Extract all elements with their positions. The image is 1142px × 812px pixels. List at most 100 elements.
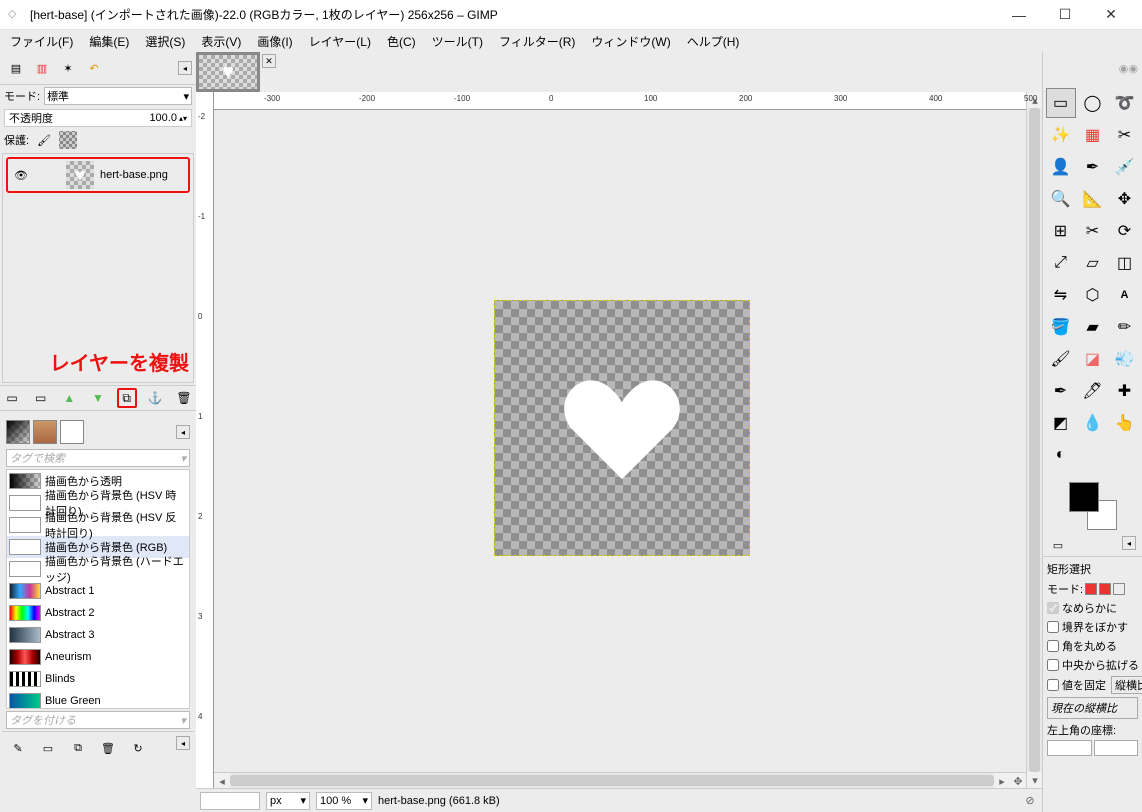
aspect-ratio-field[interactable]: 現在の縦横比 xyxy=(1047,697,1138,719)
horizontal-scrollbar[interactable]: ◂ ▸ ✥ xyxy=(214,772,1026,788)
cancel-button[interactable]: ⊘ xyxy=(1022,793,1038,809)
scissors-tool[interactable]: ✂ xyxy=(1110,120,1140,150)
gradient-dock-menu[interactable]: ◂ xyxy=(176,736,190,750)
gradient-list[interactable]: 描画色から透明描画色から背景色 (HSV 時計回り)描画色から背景色 (HSV … xyxy=(6,469,190,709)
ink-tool[interactable]: ✒ xyxy=(1046,376,1076,406)
pattern-swatch-white[interactable] xyxy=(60,420,84,444)
heal-tool[interactable]: ✚ xyxy=(1110,376,1140,406)
menu-選択[interactable]: 選択(S) xyxy=(137,30,193,53)
pencil-tool[interactable]: ✏ xyxy=(1110,312,1140,342)
unit-combo[interactable]: px▾ xyxy=(266,792,310,810)
feather-checkbox[interactable]: 境界をぼかす xyxy=(1047,619,1138,635)
refresh-gradients-button[interactable]: ↻ xyxy=(126,736,150,760)
eraser-tool[interactable]: ◪ xyxy=(1078,344,1108,374)
mode-subtract-button[interactable] xyxy=(1113,583,1125,595)
clone-tool[interactable]: 🖊 xyxy=(1078,376,1108,406)
anchor-layer-button[interactable]: ⚓ xyxy=(145,388,165,408)
channels-tab-icon[interactable]: ▥ xyxy=(30,56,54,80)
tool-options-tab-icon[interactable]: ▭ xyxy=(1049,536,1067,554)
menu-色[interactable]: 色(C) xyxy=(379,30,424,53)
gradient-item[interactable]: Blinds xyxy=(7,668,189,690)
flip-tool[interactable]: ⇋ xyxy=(1046,280,1076,310)
expand-from-center-checkbox[interactable]: 中央から拡げる xyxy=(1047,657,1138,673)
gradient-item[interactable]: Blue Green xyxy=(7,690,189,709)
scale-tool[interactable]: ⤢ xyxy=(1046,248,1076,278)
blend-mode-combo[interactable]: 標準▾ xyxy=(44,87,192,105)
dodge-burn-tool[interactable]: ◐ xyxy=(1046,440,1076,470)
blur-tool[interactable]: 💧 xyxy=(1078,408,1108,438)
navigation-button[interactable]: ✥ xyxy=(1010,773,1026,789)
minimize-button[interactable]: — xyxy=(996,0,1042,30)
menu-ウィンドウ[interactable]: ウィンドウ(W) xyxy=(583,30,678,53)
blend-tool[interactable]: ▰ xyxy=(1078,312,1108,342)
paths-tab-icon[interactable]: ✶ xyxy=(56,56,80,80)
antialias-checkbox[interactable]: なめらかに xyxy=(1047,600,1138,616)
align-tool[interactable]: ⊞ xyxy=(1046,216,1076,246)
paths-tool[interactable]: ✒ xyxy=(1078,152,1108,182)
foreground-select-tool[interactable]: 👤 xyxy=(1046,152,1076,182)
menu-レイヤー[interactable]: レイヤー(L) xyxy=(301,30,379,53)
new-group-button[interactable]: ▭ xyxy=(31,388,51,408)
round-corners-checkbox[interactable]: 角を丸める xyxy=(1047,638,1138,654)
new-gradient-button[interactable]: ▭ xyxy=(36,736,60,760)
crop-tool[interactable]: ✂ xyxy=(1078,216,1108,246)
menu-ファイル[interactable]: ファイル(F) xyxy=(2,30,81,53)
ellipse-select-tool[interactable]: ◯ xyxy=(1078,88,1108,118)
by-color-select-tool[interactable]: ▦ xyxy=(1078,120,1108,150)
zoom-tool[interactable]: 🔍 xyxy=(1046,184,1076,214)
scroll-right-button[interactable]: ▸ xyxy=(994,773,1010,789)
layers-tab-icon[interactable]: ▤ xyxy=(4,56,28,80)
scroll-down-button[interactable]: ▾ xyxy=(1027,772,1043,788)
measure-tool[interactable]: 📐 xyxy=(1078,184,1108,214)
mode-add-button[interactable] xyxy=(1099,583,1111,595)
image-tab-close-button[interactable]: ✕ xyxy=(262,54,276,68)
menu-フィルター[interactable]: フィルター(R) xyxy=(491,30,583,53)
gradient-tag-search[interactable]: タグで検索▾ xyxy=(6,449,190,467)
color-area[interactable] xyxy=(1069,482,1117,530)
scroll-left-button[interactable]: ◂ xyxy=(214,773,230,789)
swatch-dock-menu[interactable]: ◂ xyxy=(176,425,190,439)
text-tool[interactable]: A xyxy=(1110,280,1140,310)
menu-表示[interactable]: 表示(V) xyxy=(193,30,249,53)
opacity-slider[interactable]: 不透明度 100.0 ▴▾ xyxy=(4,109,192,127)
fixed-checkbox[interactable]: 値を固定 縦横比 xyxy=(1047,676,1138,694)
options-dock-menu[interactable]: ◂ xyxy=(1122,536,1136,550)
perspective-tool[interactable]: ◫ xyxy=(1110,248,1140,278)
lock-pixels-icon[interactable]: 🖌 xyxy=(35,131,53,149)
perspective-clone-tool[interactable]: ◩ xyxy=(1046,408,1076,438)
delete-gradient-button[interactable]: 🗑 xyxy=(96,736,120,760)
gradient-item[interactable]: Aneurism xyxy=(7,646,189,668)
gradient-item[interactable]: 描画色から背景色 (HSV 反時計回り) xyxy=(7,514,189,536)
rect-select-tool[interactable]: ▭ xyxy=(1046,88,1076,118)
vertical-ruler[interactable]: -2-101234 xyxy=(196,92,214,788)
menu-ヘルプ[interactable]: ヘルプ(H) xyxy=(679,30,748,53)
vertical-scrollbar[interactable] xyxy=(1027,108,1042,772)
pos-y-field[interactable] xyxy=(1094,740,1139,756)
menu-ツール[interactable]: ツール(T) xyxy=(424,30,491,53)
free-select-tool[interactable]: ➰ xyxy=(1110,88,1140,118)
edit-gradient-button[interactable]: ✎ xyxy=(6,736,30,760)
menu-編集[interactable]: 編集(E) xyxy=(81,30,137,53)
bucket-fill-tool[interactable]: 🪣 xyxy=(1046,312,1076,342)
paintbrush-tool[interactable]: 🖌 xyxy=(1046,344,1076,374)
close-button[interactable]: ✕ xyxy=(1088,0,1134,30)
move-tool[interactable]: ✥ xyxy=(1110,184,1140,214)
layer-item[interactable]: 👁 hert-base.png xyxy=(6,157,190,193)
horizontal-ruler[interactable]: -300-200-1000100200300400500 xyxy=(214,92,1026,110)
pattern-swatch-wood[interactable] xyxy=(33,420,57,444)
gradient-item[interactable]: 描画色から背景色 (ハードエッジ) xyxy=(7,558,189,580)
duplicate-layer-button[interactable]: ⧉ xyxy=(117,388,137,408)
gradient-tag-add[interactable]: タグを付ける▾ xyxy=(6,711,190,729)
maximize-button[interactable]: ☐ xyxy=(1042,0,1088,30)
zoom-combo[interactable]: 100 %▾ xyxy=(316,792,372,810)
raise-layer-button[interactable]: ▲ xyxy=(59,388,79,408)
smudge-tool[interactable]: 👆 xyxy=(1110,408,1140,438)
cage-tool[interactable]: ⬡ xyxy=(1078,280,1108,310)
pos-x-field[interactable] xyxy=(1047,740,1092,756)
gradient-item[interactable]: Abstract 2 xyxy=(7,602,189,624)
rotate-tool[interactable]: ⟳ xyxy=(1110,216,1140,246)
menu-画像[interactable]: 画像(I) xyxy=(249,30,300,53)
duplicate-gradient-button[interactable]: ⧉ xyxy=(66,736,90,760)
visibility-eye-icon[interactable]: 👁 xyxy=(12,166,30,184)
new-layer-button[interactable]: ▭ xyxy=(2,388,22,408)
